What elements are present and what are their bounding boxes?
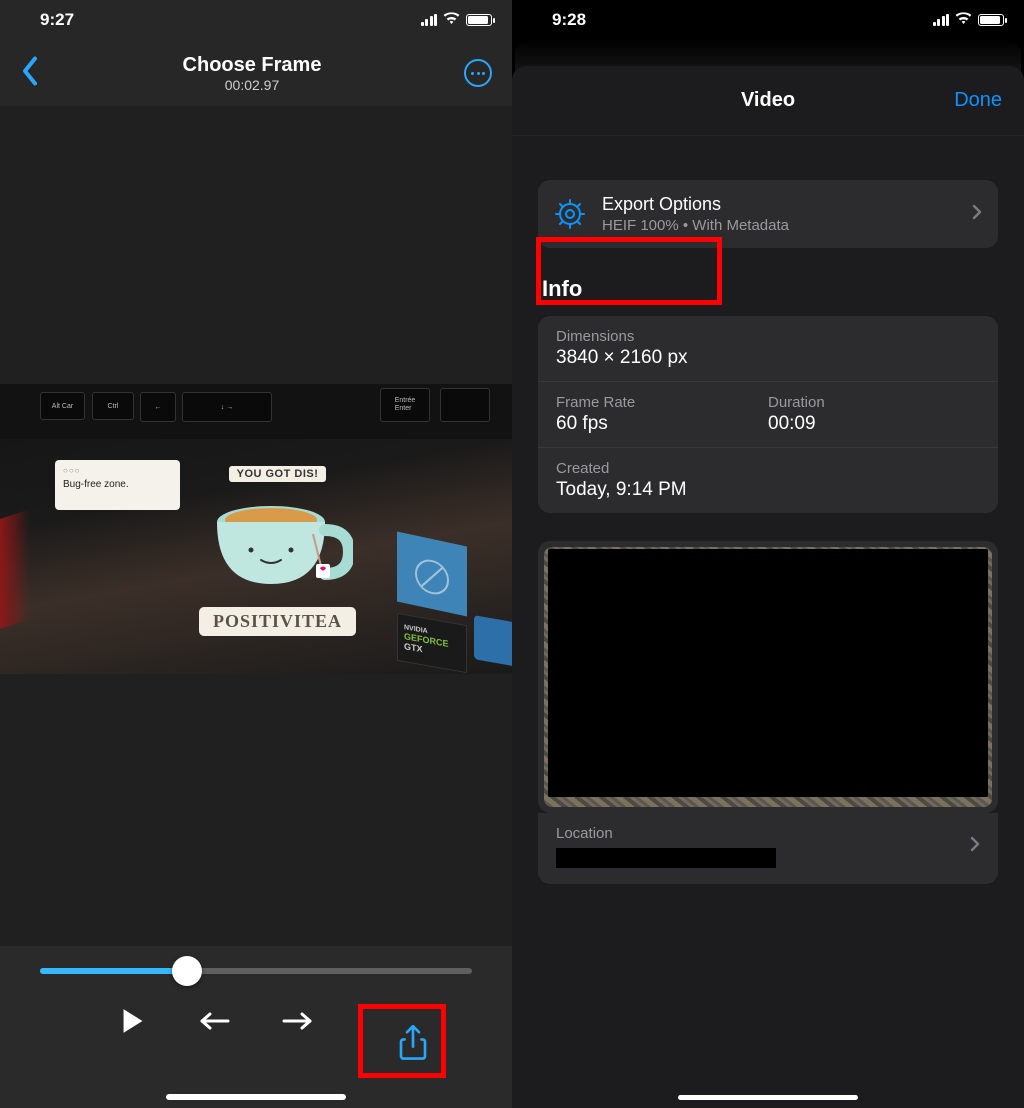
- left-screenshot: 9:27 Choose Frame 00:02.97 Alt Car Ctrl …: [0, 0, 512, 1108]
- status-time: 9:28: [552, 10, 586, 30]
- location-redaction: [556, 848, 776, 868]
- sheet-title: Video: [741, 89, 795, 112]
- battery-icon: [466, 14, 492, 26]
- prev-frame-button[interactable]: [198, 1004, 232, 1038]
- playback-controls: [0, 946, 512, 1108]
- highlight-dimensions: [536, 237, 722, 305]
- more-button[interactable]: [464, 59, 492, 87]
- info-sheet: Video Done: [512, 66, 1024, 1108]
- created-row: Created Today, 9:14 PM: [538, 448, 998, 513]
- header-timestamp: 00:02.97: [183, 77, 322, 93]
- right-screenshot: 9:28 Video Done: [512, 0, 1024, 1108]
- preview-image: Alt Car Ctrl ← ↓ → Entrée Enter ○○○ Bug-…: [0, 384, 512, 674]
- wifi-icon: [955, 10, 972, 30]
- duration-row: Duration 00:09: [768, 394, 980, 435]
- done-button[interactable]: Done: [954, 89, 1002, 112]
- intel-badge: [474, 615, 512, 667]
- cellular-icon: [933, 14, 950, 26]
- battery-icon: [978, 14, 1004, 26]
- keyboard-key: Ctrl: [92, 392, 134, 420]
- keyboard-key: ←: [140, 392, 176, 422]
- chevron-right-icon: [972, 204, 982, 225]
- map-preview[interactable]: [538, 541, 998, 813]
- home-indicator: [166, 1094, 346, 1100]
- next-frame-button[interactable]: [280, 1004, 314, 1038]
- status-time: 9:27: [40, 10, 74, 30]
- blue-tile: [397, 532, 467, 617]
- wifi-icon: [443, 10, 460, 30]
- status-bar: 9:28: [512, 0, 1024, 40]
- geforce-badge: NVIDIA GEFORCE GTX: [397, 613, 467, 673]
- scrubber-slider[interactable]: [40, 968, 472, 974]
- keyboard-key: ↓ →: [182, 392, 272, 422]
- chevron-right-icon: [970, 836, 980, 857]
- frame-preview: Alt Car Ctrl ← ↓ → Entrée Enter ○○○ Bug-…: [0, 106, 512, 946]
- choose-frame-header: Choose Frame 00:02.97: [0, 40, 512, 106]
- keyboard-key: Alt Car: [40, 392, 85, 420]
- dimensions-row: Dimensions 3840 × 2160 px: [538, 316, 998, 382]
- map-redaction: [548, 549, 988, 797]
- status-bar: 9:27: [0, 0, 512, 40]
- gear-icon: [554, 198, 586, 230]
- location-row[interactable]: Location: [538, 813, 998, 884]
- bugfree-sticker: ○○○ Bug-free zone.: [55, 460, 180, 510]
- cup-sticker: YOU GOT DIS! POSITIVITEA: [190, 464, 365, 664]
- keyboard-key: [440, 388, 490, 422]
- keyboard-key: Entrée Enter: [380, 388, 430, 422]
- back-button[interactable]: [20, 56, 40, 91]
- home-indicator: [678, 1095, 858, 1100]
- export-subtitle: HEIF 100% • With Metadata: [602, 217, 789, 234]
- export-title: Export Options: [602, 194, 789, 215]
- info-card: Dimensions 3840 × 2160 px Frame Rate 60 …: [538, 316, 998, 513]
- cellular-icon: [421, 14, 438, 26]
- header-title: Choose Frame: [183, 54, 322, 77]
- highlight-share: [358, 1004, 446, 1078]
- play-button[interactable]: [116, 1004, 150, 1038]
- framerate-row: Frame Rate 60 fps: [556, 394, 768, 435]
